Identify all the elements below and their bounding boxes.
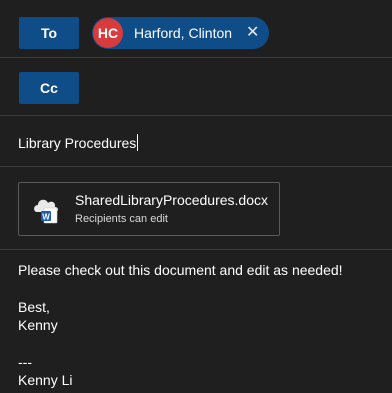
divider bbox=[0, 166, 392, 167]
divider bbox=[0, 249, 392, 250]
close-icon[interactable]: ✕ bbox=[246, 25, 259, 41]
signature-name: Kenny Li bbox=[18, 372, 73, 388]
subject-text: Library Procedures bbox=[18, 135, 137, 151]
message-signoff-name: Kenny bbox=[18, 317, 58, 333]
attachment-card[interactable]: W SharedLibraryProcedures.docx Recipient… bbox=[18, 182, 280, 236]
divider bbox=[0, 57, 392, 58]
recipient-chip[interactable]: HC Harford, Clinton ✕ bbox=[92, 17, 270, 49]
divider bbox=[0, 115, 392, 116]
signature-separator: --- bbox=[18, 354, 32, 370]
recipient-name: Harford, Clinton bbox=[134, 25, 233, 41]
message-closing: Best, bbox=[18, 299, 50, 315]
cc-button[interactable]: Cc bbox=[19, 72, 79, 104]
subject-field[interactable]: Library Procedures bbox=[18, 134, 139, 151]
text-cursor bbox=[137, 134, 139, 151]
attachment-permission: Recipients can edit bbox=[75, 213, 168, 225]
to-button[interactable]: To bbox=[19, 17, 79, 49]
attachment-file-name: SharedLibraryProcedures.docx bbox=[75, 192, 268, 208]
word-cloud-doc-icon: W bbox=[34, 199, 58, 224]
message-line: Please check out this document and edit … bbox=[18, 262, 343, 278]
avatar: HC bbox=[93, 18, 123, 48]
svg-text:W: W bbox=[42, 213, 50, 222]
